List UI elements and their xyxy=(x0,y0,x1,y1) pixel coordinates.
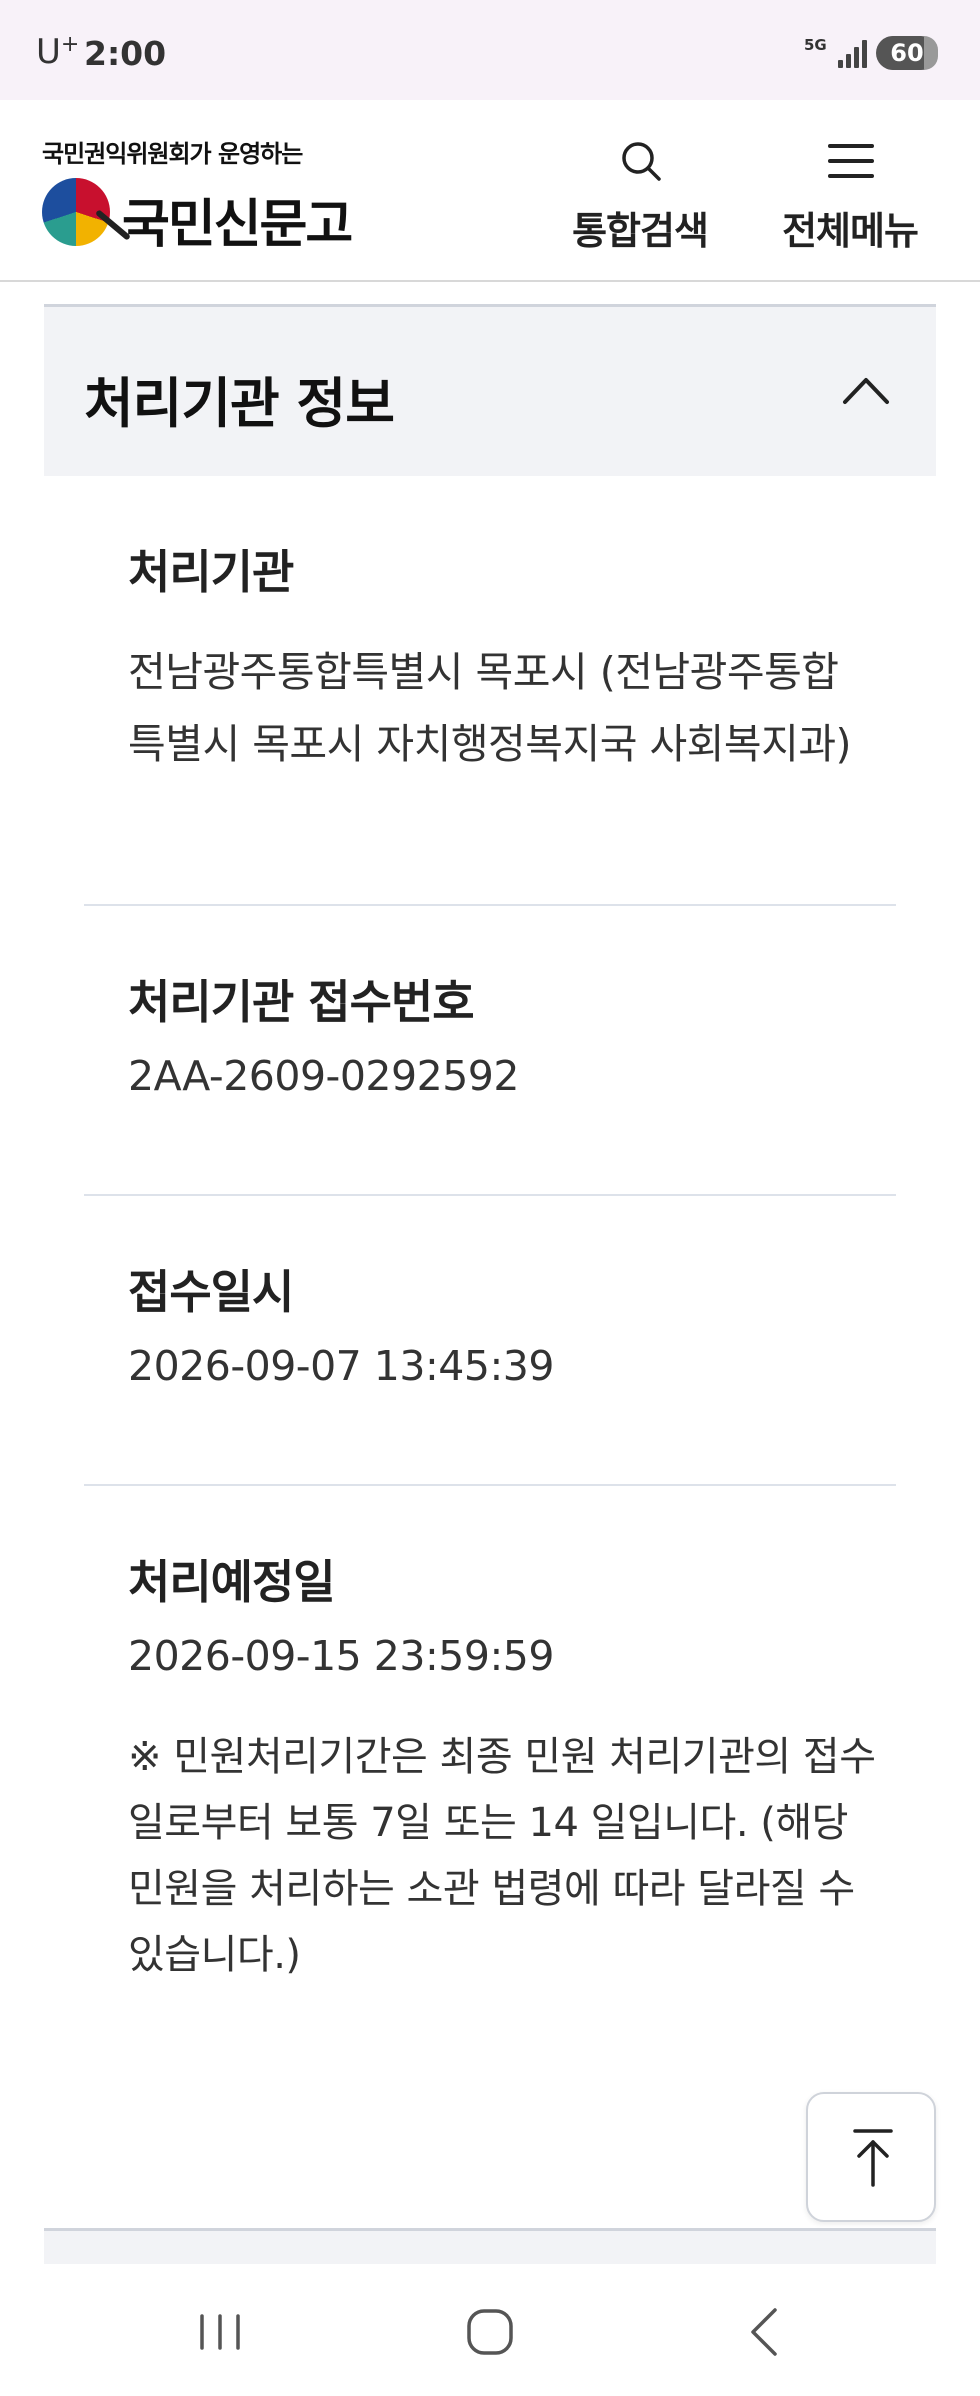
signal-icon xyxy=(838,38,872,68)
next-section-header[interactable] xyxy=(44,2228,936,2264)
site-header: 국민권익위원회가 운영하는 국민신문고 통합검색 전체메뉴 xyxy=(0,100,980,282)
item-value-receipt-datetime: 2026-09-07 13:45:39 xyxy=(128,1342,554,1390)
site-logo[interactable]: 국민권익위원회가 운영하는 국민신문고 xyxy=(42,134,353,255)
chevron-up-icon[interactable] xyxy=(842,375,890,405)
item-label-due-date: 처리예정일 xyxy=(128,1555,336,1609)
divider xyxy=(84,1484,896,1486)
back-icon[interactable] xyxy=(735,2302,795,2362)
processing-period-note: ※ 민원처리기간은 최종 민원 처리기관의 접수일로부터 보통 7일 또는 14… xyxy=(128,1734,876,1978)
recent-apps-icon[interactable] xyxy=(190,2302,250,2362)
item-value-agency: 전남광주통합특별시 목포시 (전남광주통합특별시 목포시 자치행정복지국 사회복… xyxy=(128,648,852,768)
logo-emblem-icon xyxy=(42,178,110,246)
hamburger-menu-icon xyxy=(828,144,874,180)
item-label-receipt-number: 처리기관 접수번호 xyxy=(128,975,475,1029)
menu-button-label: 전체메뉴 xyxy=(782,209,919,253)
divider xyxy=(84,904,896,906)
system-nav-bar xyxy=(0,2264,980,2396)
logo-subtitle: 국민권익위원회가 운영하는 xyxy=(42,140,303,168)
search-button-label: 통합검색 xyxy=(572,209,709,253)
carrier-label: U+ xyxy=(36,32,80,72)
item-label-agency: 처리기관 xyxy=(128,545,294,599)
section-header-processing-agency[interactable]: 처리기관 정보 xyxy=(44,304,936,476)
arrow-up-icon xyxy=(853,2129,893,2187)
battery-icon: 60 xyxy=(876,36,938,70)
clock: 2:00 xyxy=(84,34,167,73)
item-label-receipt-datetime: 접수일시 xyxy=(128,1265,294,1319)
network-5g-icon: 5G xyxy=(804,36,827,54)
menu-button[interactable]: 전체메뉴 xyxy=(770,130,930,260)
logo-main: 국민신문고 xyxy=(42,172,353,255)
status-bar: U+ 2:00 5G 60 xyxy=(0,0,980,100)
item-value-due-date: 2026-09-15 23:59:59 xyxy=(128,1632,554,1680)
home-icon[interactable] xyxy=(460,2302,520,2362)
divider xyxy=(84,1194,896,1196)
search-icon xyxy=(622,142,661,181)
search-button[interactable]: 통합검색 xyxy=(560,130,720,260)
item-value-receipt-number: 2AA-2609-0292592 xyxy=(128,1052,519,1100)
logo-title: 국민신문고 xyxy=(122,194,353,255)
section-title: 처리기관 정보 xyxy=(84,372,395,435)
scroll-to-top-button[interactable] xyxy=(806,2092,936,2222)
